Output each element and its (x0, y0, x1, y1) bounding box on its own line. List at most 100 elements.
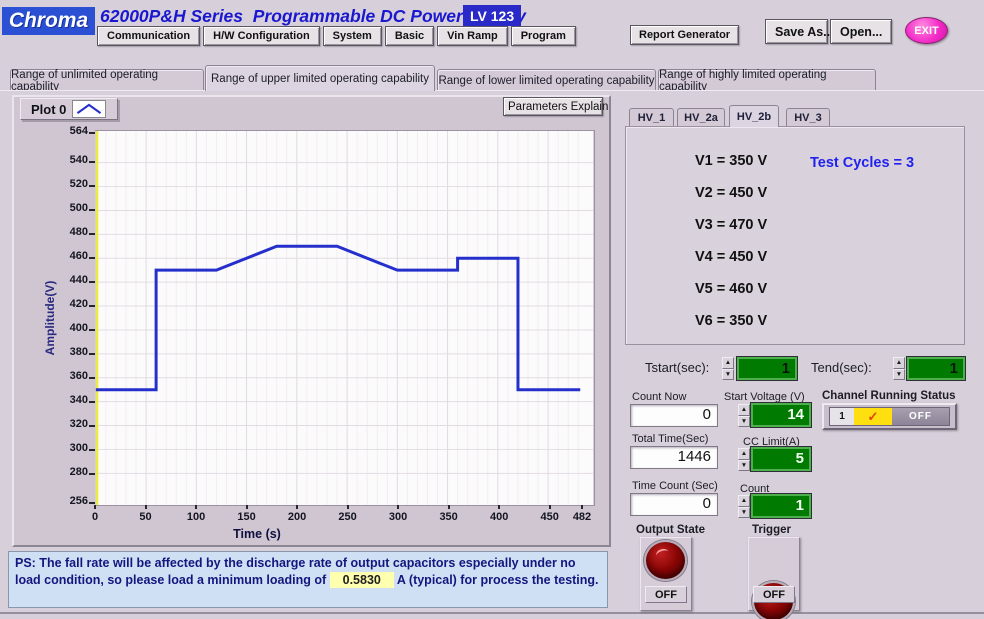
save-as-button[interactable]: Save As... (765, 19, 828, 44)
open-button[interactable]: Open... (830, 19, 892, 44)
x-tick-mark (549, 505, 551, 509)
count-spinner[interactable]: ▲ ▼ (738, 495, 750, 518)
start-voltage-field[interactable]: 14 (751, 403, 811, 427)
cc-limit-field[interactable]: 5 (751, 447, 811, 471)
plot-legend-label: Plot 0 (31, 102, 66, 117)
tab-range-of-upper-limited-operating-capability[interactable]: Range of upper limited operating capabil… (205, 65, 435, 91)
menu-communication[interactable]: Communication (97, 26, 200, 46)
channel-status-row: 1 ✓ OFF (829, 407, 950, 426)
hv-voltage-5: V5 = 460 V (695, 281, 767, 297)
hv-voltage-1: V1 = 350 V (695, 153, 767, 169)
y-tick-mark (89, 449, 95, 451)
x-tick-200: 200 (277, 511, 317, 523)
tstart-field[interactable]: 1 (737, 357, 797, 380)
plot-legend[interactable]: Plot 0 (20, 98, 118, 120)
hv-voltage-3: V3 = 470 V (695, 217, 767, 233)
spinner-up-icon[interactable]: ▲ (738, 495, 750, 507)
output-state-off-label[interactable]: OFF (645, 586, 687, 603)
hv-tab-hv-1[interactable]: HV_1 (629, 108, 674, 127)
y-tick-420: 420 (42, 298, 88, 310)
x-tick-mark (94, 505, 96, 509)
x-tick-350: 350 (429, 511, 469, 523)
hv-tab-hv-3[interactable]: HV_3 (786, 108, 830, 127)
menu-system[interactable]: System (323, 26, 382, 46)
tab-range-of-highly-limited-operating-capability[interactable]: Range of highly limited operating capabi… (658, 69, 876, 91)
y-tick-mark (89, 425, 95, 427)
x-tick-mark (347, 505, 349, 509)
total-time-label: Total Time(Sec) (632, 433, 708, 445)
y-tick-300: 300 (42, 442, 88, 454)
y-tick-340: 340 (42, 394, 88, 406)
spinner-down-icon[interactable]: ▼ (738, 507, 750, 519)
y-tick-mark (89, 209, 95, 211)
tstart-spinner[interactable]: ▲ ▼ (722, 357, 734, 380)
menu-vin-ramp[interactable]: Vin Ramp (437, 26, 508, 46)
time-count-field[interactable]: 0 (630, 493, 718, 516)
y-tick-280: 280 (42, 466, 88, 478)
x-tick-300: 300 (378, 511, 418, 523)
report-generator-button[interactable]: Report Generator (630, 25, 739, 45)
trigger-label: Trigger (752, 524, 791, 536)
y-tick-mark (89, 281, 95, 283)
cc-limit-spinner[interactable]: ▲ ▼ (738, 448, 750, 471)
hv-tab-hv-2b[interactable]: HV_2b (729, 105, 779, 127)
x-tick-50: 50 (126, 511, 166, 523)
x-axis-title: Time (s) (217, 527, 297, 541)
trigger-off-label[interactable]: OFF (753, 586, 795, 603)
spinner-up-icon[interactable]: ▲ (738, 448, 750, 460)
tend-spinner[interactable]: ▲ ▼ (893, 357, 905, 380)
time-count-label: Time Count (Sec) (632, 480, 718, 492)
test-cycles-label: Test Cycles = 3 (810, 155, 914, 171)
menu-basic[interactable]: Basic (385, 26, 434, 46)
y-axis-title: Amplitude(V) (43, 281, 57, 356)
x-tick-mark (296, 505, 298, 509)
x-tick-mark (195, 505, 197, 509)
hv-voltage-6: V6 = 350 V (695, 313, 767, 329)
note-min-loading-value: 0.5830 (330, 572, 394, 589)
spinner-down-icon[interactable]: ▼ (722, 369, 734, 381)
y-tick-256: 256 (42, 495, 88, 507)
tab-range-of-unlimited-operating-capability[interactable]: Range of unlimited operating capability (10, 69, 204, 91)
app-window: Chroma 62000P&H Series Programmable DC P… (0, 0, 984, 619)
y-tick-mark (89, 353, 95, 355)
x-tick-mark (448, 505, 450, 509)
spinner-up-icon[interactable]: ▲ (893, 357, 905, 369)
x-tick-mark (397, 505, 399, 509)
output-state-button[interactable] (644, 540, 687, 581)
plot-line-icon (72, 100, 106, 118)
y-tick-380: 380 (42, 346, 88, 358)
y-tick-mark (89, 329, 95, 331)
tab-range-of-lower-limited-operating-capability[interactable]: Range of lower limited operating capabil… (437, 69, 656, 91)
spinner-down-icon[interactable]: ▼ (738, 416, 750, 428)
y-tick-mark (89, 305, 95, 307)
channel-running-status-label: Channel Running Status (822, 390, 956, 402)
y-tick-400: 400 (42, 322, 88, 334)
x-tick-mark (145, 505, 147, 509)
parameters-explain-button[interactable]: Parameters Explain (503, 97, 603, 116)
menu-h-w-configuration[interactable]: H/W Configuration (203, 26, 320, 46)
y-tick-mark (89, 502, 95, 504)
channel-check-icon[interactable]: ✓ (854, 408, 892, 425)
count-now-field[interactable]: 0 (630, 404, 718, 427)
spinner-down-icon[interactable]: ▼ (738, 460, 750, 472)
hv-voltage-2: V2 = 450 V (695, 185, 767, 201)
menu-program[interactable]: Program (511, 26, 576, 46)
x-tick-482: 482 (562, 511, 602, 523)
menu-bar: CommunicationH/W ConfigurationSystemBasi… (97, 26, 576, 46)
spinner-down-icon[interactable]: ▼ (893, 369, 905, 381)
hv-voltage-4: V4 = 450 V (695, 249, 767, 265)
x-tick-100: 100 (176, 511, 216, 523)
spinner-up-icon[interactable]: ▲ (738, 404, 750, 416)
total-time-field[interactable]: 1446 (630, 446, 718, 469)
tend-field[interactable]: 1 (907, 357, 965, 380)
x-tick-400: 400 (479, 511, 519, 523)
exit-button[interactable]: EXIT (905, 17, 948, 44)
y-tick-440: 440 (42, 274, 88, 286)
channel-status-value: OFF (892, 408, 949, 425)
x-tick-mark (246, 505, 248, 509)
spinner-up-icon[interactable]: ▲ (722, 357, 734, 369)
hv-tab-hv-2a[interactable]: HV_2a (677, 108, 725, 127)
y-tick-mark (89, 233, 95, 235)
count-field[interactable]: 1 (751, 494, 811, 518)
start-voltage-spinner[interactable]: ▲ ▼ (738, 404, 750, 427)
